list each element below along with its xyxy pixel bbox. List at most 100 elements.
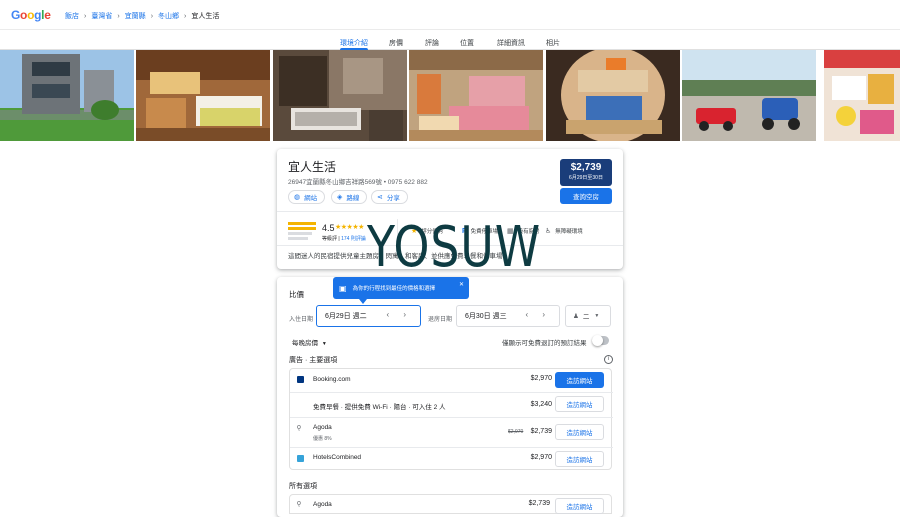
provider-price: $2,970 [530, 454, 552, 461]
provider-price: $3,240 [530, 401, 552, 408]
tab-location[interactable]: 位置 [460, 38, 474, 48]
free-cancel-label: 僅顯示可免費退訂的預訂結果 [502, 340, 587, 347]
list-item: ǫ Agoda 優惠 8% $2,970 $2,739 造訪網站 [290, 418, 613, 446]
visit-site-button[interactable]: 造訪網站 [555, 498, 604, 514]
date-stepper-icon[interactable]: ‹ › [525, 310, 551, 319]
free-cancel-toggle[interactable] [592, 335, 609, 346]
website-label: 網站 [304, 195, 318, 202]
hotel-photo-bathroom[interactable] [273, 50, 407, 141]
checkout-date-value: 6月30日 週三 [465, 313, 507, 320]
checkout-date-picker[interactable]: 6月30日 週三 ‹ › [456, 305, 560, 327]
list-item: 免費早餐 · 提供免費 Wi-Fi · 陽台 · 可入住 2 人 $3,240 … [290, 393, 613, 417]
price-badge[interactable]: $2,739 6月29日至30日 [560, 159, 612, 186]
list-item: Booking.com $2,970 造訪網站 [290, 369, 613, 392]
logo-letter: e [44, 8, 51, 22]
provider-name[interactable]: HotelsCombined [313, 454, 361, 461]
chevron-right-icon: › [184, 12, 187, 20]
top-bar: Google 飯店 › 臺灣省 › 宜蘭縣 › 冬山鄉 › 宜人生活 [0, 0, 900, 30]
booking-logo-icon [297, 376, 304, 383]
list-item: HotelsCombined $2,970 造訪網站 [290, 448, 613, 471]
card-divider [277, 211, 623, 212]
tip-banner[interactable]: ▣ 為你的行程找到最佳的價格和選擇 ✕ [333, 277, 469, 304]
tab-details[interactable]: 詳細資訊 [497, 38, 525, 48]
tab-prices[interactable]: 房價 [389, 38, 403, 48]
toggle-knob [592, 335, 603, 346]
ads-title: 廣告 · 主要選項 [289, 357, 338, 364]
logo-letter: G [11, 8, 21, 22]
ads-list: Booking.com $2,970 造訪網站 免費早餐 · 提供免費 Wi-F… [289, 368, 613, 471]
section-tabs: 環境介紹 房價 評論 位置 詳細資訊 相片 [0, 34, 900, 50]
directions-label: 路線 [346, 195, 360, 202]
hotel-photo-playroom[interactable] [824, 50, 900, 141]
visit-site-button[interactable]: 造訪網站 [555, 396, 604, 412]
hotel-photo-toy-cars[interactable] [682, 50, 816, 141]
provider-price: $2,739 [530, 428, 552, 435]
rating-bars-icon [288, 222, 316, 240]
guests-selector[interactable]: ♟ 二 ▼ [565, 305, 611, 327]
tab-reviews[interactable]: 評論 [425, 38, 439, 48]
website-chip[interactable]: ◍ 網站 [288, 190, 326, 204]
rating-stars-icon: ★★★★★ [335, 224, 364, 231]
info-icon[interactable]: i [604, 355, 613, 364]
checkin-label: 入住日期 [289, 317, 314, 323]
breadcrumb-taiwan[interactable]: 臺灣省 [91, 11, 112, 21]
checkin-date-picker[interactable]: 6月29日 週二 ‹ › [316, 305, 421, 327]
provider-price: $2,970 [530, 375, 552, 382]
share-label: 分享 [386, 195, 400, 202]
breadcrumb: 飯店 › 臺灣省 › 宜蘭縣 › 冬山鄉 › 宜人生活 [65, 11, 219, 21]
hotel-photo-loft[interactable] [546, 50, 680, 141]
breadcrumb-dongshan[interactable]: 冬山鄉 [158, 11, 179, 21]
date-stepper-icon[interactable]: ‹ › [386, 310, 412, 319]
per-night-label: 每晚房價 [292, 340, 318, 347]
directions-chip[interactable]: ◈ 路線 [331, 190, 368, 204]
tab-overview[interactable]: 環境介紹 [340, 38, 368, 48]
hotel-address: 26947宜蘭縣冬山鄉吉祥路569號 • 0975 622 882 [288, 179, 428, 186]
per-night-dropdown[interactable]: 每晚房價 ▼ [292, 337, 327, 347]
breadcrumb-hotels[interactable]: 飯店 [65, 11, 79, 21]
tip-text: 為你的行程找到最佳的價格和選擇 [352, 286, 436, 292]
original-price: $2,970 [508, 429, 524, 435]
breadcrumb-current: 宜人生活 [191, 13, 220, 20]
rating-summary: 等級評 | 174 則評論 [322, 236, 366, 242]
all-options-list: ǫ Agoda $2,739 造訪網站 [289, 494, 612, 514]
hotel-photo-kids-room[interactable] [409, 50, 543, 141]
calendar-icon: ▣ [339, 283, 347, 293]
tooltip-arrow [359, 299, 367, 304]
room-features[interactable]: 免費早餐 · 提供免費 Wi-Fi · 陽台 · 可入住 2 人 [313, 401, 446, 411]
person-icon: ♟ [573, 313, 579, 320]
close-icon[interactable]: ✕ [459, 281, 464, 288]
google-logo[interactable]: Google [11, 8, 51, 22]
visit-site-button[interactable]: 造訪網站 [555, 451, 604, 467]
share-icon: ⋖ [377, 194, 383, 201]
globe-icon: ◍ [294, 194, 301, 201]
hotel-name: 宜人生活 [288, 160, 337, 174]
share-chip[interactable]: ⋖ 分享 [371, 190, 408, 204]
agoda-logo-icon: ǫ [297, 424, 301, 431]
visit-site-button[interactable]: 造訪網站 [555, 372, 604, 388]
hotel-photo-exterior[interactable] [0, 50, 134, 141]
checkin-date-value: 6月29日 週二 [325, 313, 367, 320]
chevron-right-icon: › [117, 12, 120, 20]
provider-name[interactable]: Agoda [313, 501, 332, 508]
watermark-text: YOSUW [367, 215, 541, 280]
visit-site-button[interactable]: 造訪網站 [555, 424, 604, 440]
review-count-link[interactable]: 174 則評論 [341, 236, 366, 242]
dropdown-arrow-icon: ▼ [321, 341, 327, 347]
dropdown-arrow-icon: ▼ [594, 313, 600, 319]
check-availability-button[interactable]: 查詢空房 [560, 188, 612, 204]
wheelchair-icon: ♿ [545, 228, 552, 235]
directions-icon: ◈ [337, 194, 343, 201]
all-options-title: 所有選項 [289, 483, 317, 490]
chevron-right-icon: › [84, 12, 87, 20]
guests-value: 二 [582, 314, 590, 321]
rating-type: 等級評 [322, 236, 338, 242]
tab-photos[interactable]: 相片 [546, 38, 560, 48]
hotelscombined-logo-icon [297, 455, 304, 462]
breadcrumb-yilan[interactable]: 宜蘭縣 [125, 11, 146, 21]
discount-label: 優惠 8% [313, 436, 332, 442]
provider-name[interactable]: Booking.com [313, 376, 351, 383]
provider-name[interactable]: Agoda [313, 424, 332, 431]
hotel-photo-bedroom[interactable] [136, 50, 270, 141]
price-badge-amount: $2,739 [570, 162, 602, 173]
rating-value: 4.5 [322, 223, 335, 233]
